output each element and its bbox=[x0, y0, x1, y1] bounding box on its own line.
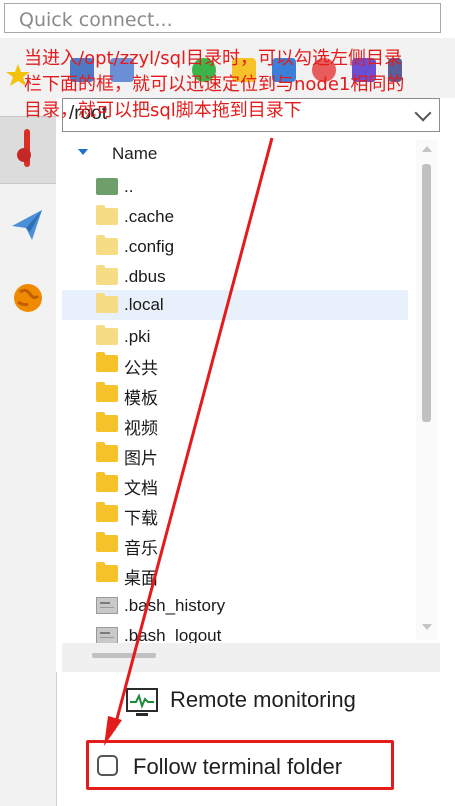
list-item[interactable]: 桌面 bbox=[62, 559, 408, 589]
list-item[interactable]: .pki bbox=[62, 322, 408, 352]
folder-icon bbox=[96, 235, 118, 255]
file-name: .local bbox=[124, 295, 164, 314]
folder-icon bbox=[96, 412, 118, 432]
name-column-header[interactable]: Name bbox=[62, 138, 440, 168]
file-icon bbox=[96, 597, 118, 614]
list-item[interactable]: .config bbox=[62, 232, 408, 262]
file-name: 视频 bbox=[124, 419, 158, 438]
list-item[interactable]: .. bbox=[62, 172, 408, 202]
list-item-selected[interactable]: .local bbox=[62, 290, 408, 320]
folder-icon bbox=[96, 472, 118, 492]
follow-terminal-highlight: Follow terminal folder bbox=[86, 740, 394, 790]
file-icon bbox=[96, 627, 118, 643]
hscroll-thumb[interactable] bbox=[92, 653, 156, 658]
sort-arrow-icon bbox=[78, 149, 88, 155]
file-name: .dbus bbox=[124, 267, 166, 286]
follow-terminal-checkbox[interactable] bbox=[97, 755, 118, 776]
list-item[interactable]: 文档 bbox=[62, 469, 408, 499]
file-name: 音乐 bbox=[124, 539, 158, 558]
folder-icon bbox=[96, 562, 118, 582]
name-header-label: Name bbox=[112, 144, 158, 163]
vertical-scrollbar[interactable] bbox=[416, 140, 438, 640]
annotation-line-2: 栏下面的框，就可以迅速定位到与node1相同的 bbox=[24, 74, 405, 95]
folder-icon bbox=[96, 352, 118, 372]
globe-icon bbox=[14, 284, 42, 312]
file-list: Name .. .cache .config .dbus .local .pki… bbox=[62, 138, 440, 643]
file-name: 公共 bbox=[124, 359, 158, 378]
annotation-line-1: 当进入/opt/zzyl/sql目录时，可以勾选左侧目录 bbox=[24, 48, 403, 69]
list-item[interactable]: .bash_logout bbox=[62, 621, 408, 643]
macros-tool[interactable] bbox=[0, 190, 56, 258]
parent-folder-icon bbox=[96, 178, 118, 195]
follow-terminal-label[interactable]: Follow terminal folder bbox=[133, 754, 342, 780]
list-item[interactable]: 音乐 bbox=[62, 529, 408, 559]
scroll-down-icon[interactable] bbox=[422, 624, 432, 630]
quick-connect-input[interactable]: Quick connect... bbox=[4, 3, 441, 33]
remote-monitoring-label: Remote monitoring bbox=[170, 687, 356, 712]
file-name: .bash_history bbox=[124, 596, 226, 615]
scroll-thumb[interactable] bbox=[422, 164, 431, 422]
list-item[interactable]: 视频 bbox=[62, 409, 408, 439]
wrench-icon bbox=[17, 129, 31, 167]
tools-tool[interactable] bbox=[0, 116, 56, 184]
left-sidebar bbox=[0, 38, 56, 806]
send-icon bbox=[12, 210, 42, 240]
file-name: .config bbox=[124, 237, 175, 256]
folder-icon bbox=[96, 293, 118, 313]
monitor-icon bbox=[126, 688, 158, 716]
folder-icon bbox=[96, 442, 118, 462]
list-item[interactable]: 图片 bbox=[62, 439, 408, 469]
file-name: 下载 bbox=[124, 509, 158, 528]
list-item[interactable]: 模板 bbox=[62, 379, 408, 409]
quick-connect-placeholder: Quick connect... bbox=[19, 9, 173, 31]
folder-icon bbox=[96, 325, 118, 345]
horizontal-scrollbar[interactable] bbox=[62, 643, 440, 673]
list-item[interactable]: 下载 bbox=[62, 499, 408, 529]
annotation-line-3: 目录，就可以把sql脚本拖到目录下 bbox=[24, 100, 302, 121]
folder-icon bbox=[96, 382, 118, 402]
annotation-text: 当进入/opt/zzyl/sql目录时，可以勾选左侧目录 栏下面的框，就可以迅速… bbox=[24, 46, 449, 124]
file-name: 图片 bbox=[124, 449, 158, 468]
file-name: .cache bbox=[124, 207, 175, 226]
folder-icon bbox=[96, 265, 118, 285]
file-name: .pki bbox=[124, 327, 151, 346]
list-item[interactable]: .dbus bbox=[62, 262, 408, 292]
file-name: .. bbox=[124, 177, 134, 196]
file-name: .bash_logout bbox=[124, 626, 222, 643]
list-item[interactable]: .bash_history bbox=[62, 591, 408, 621]
folder-icon bbox=[96, 205, 118, 225]
file-name: 文档 bbox=[124, 479, 158, 498]
file-name: 桌面 bbox=[124, 569, 158, 588]
list-item[interactable]: 公共 bbox=[62, 349, 408, 379]
network-tool[interactable] bbox=[0, 264, 56, 332]
folder-icon bbox=[96, 532, 118, 552]
file-name: 模板 bbox=[124, 389, 158, 408]
list-item[interactable]: .cache bbox=[62, 202, 408, 232]
folder-icon bbox=[96, 502, 118, 522]
scroll-up-icon[interactable] bbox=[422, 146, 432, 152]
